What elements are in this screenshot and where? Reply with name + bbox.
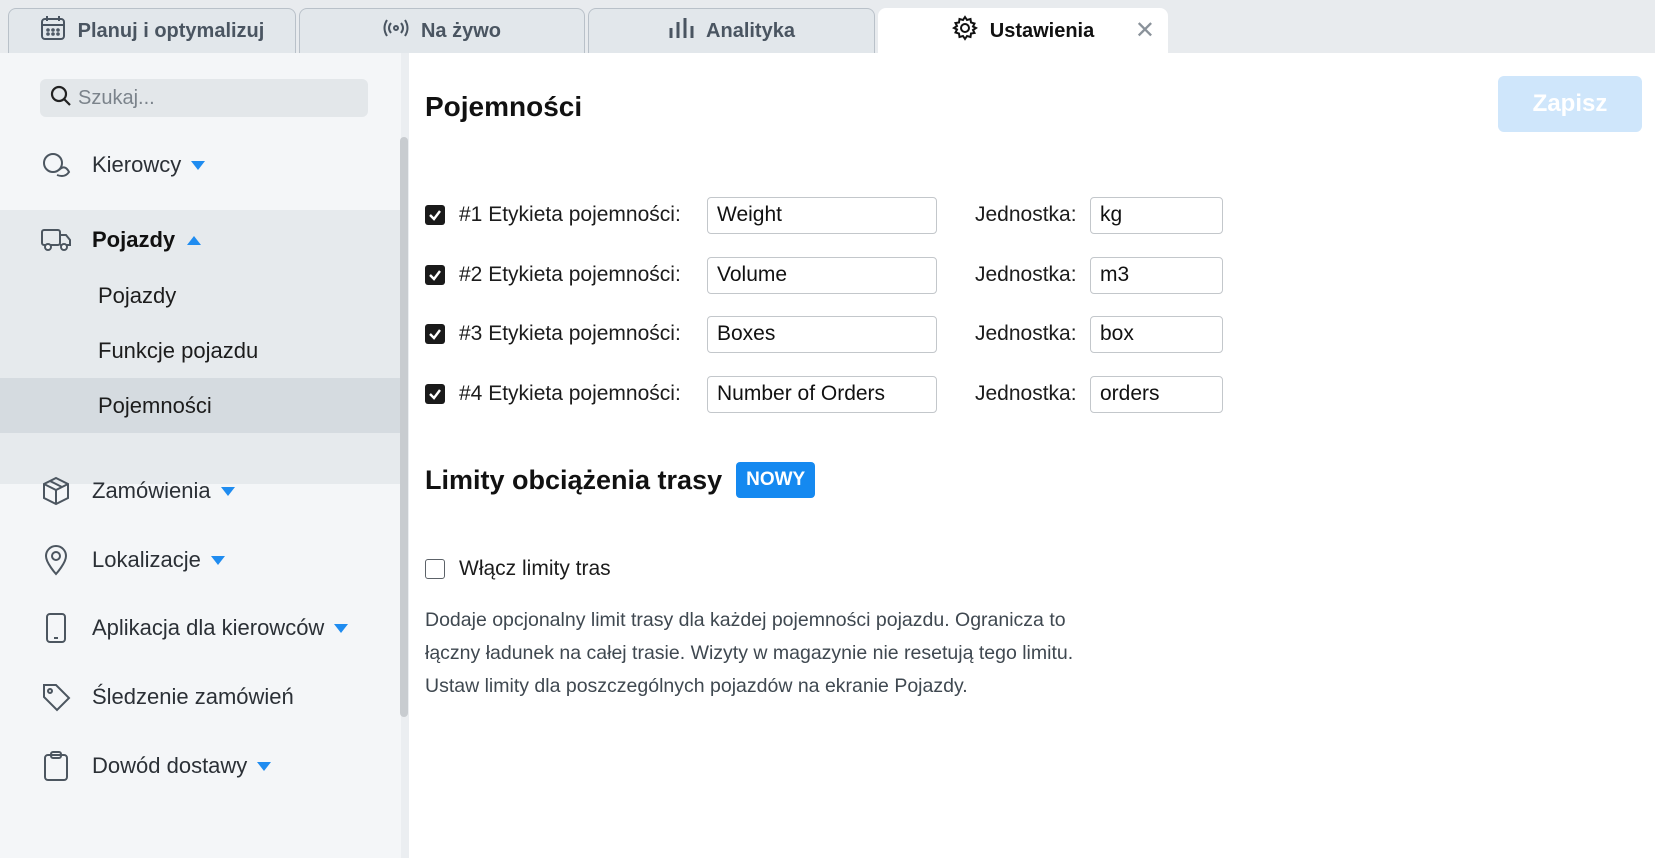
tab-bar: Planuj i optymalizuj Na żywo Analityka U… (0, 0, 1655, 53)
broadcast-icon (383, 17, 409, 45)
calendar-icon (40, 15, 66, 47)
enable-route-limits-checkbox[interactable] (425, 559, 445, 579)
description-line: Dodaje opcjonalny limit trasy dla każdej… (425, 609, 1066, 631)
capacity-checkbox[interactable] (425, 324, 445, 344)
tab-settings[interactable]: Ustawienia ✕ (878, 8, 1168, 53)
main-content: Pojemności Zapisz #1 Etykieta pojemności… (409, 53, 1655, 858)
capacity-row-2: #2 Etykieta pojemności: Jednostka: (425, 255, 1225, 295)
clipboard-icon (40, 750, 72, 782)
capacity-label: #4 Etykieta pojemności: (459, 382, 681, 405)
package-icon (40, 475, 72, 507)
capacity-label: #3 Etykieta pojemności: (459, 322, 681, 345)
tab-live[interactable]: Na żywo (299, 8, 585, 53)
chevron-up-icon (187, 235, 202, 245)
route-limits-heading: Limity obciążenia trasy NOWY (425, 462, 816, 498)
capacity-row-1: #1 Etykieta pojemności: Jednostka: (425, 195, 1225, 235)
capacity-row-4: #4 Etykieta pojemności: Jednostka: (425, 374, 1225, 414)
capacity-unit-input[interactable] (1090, 315, 1223, 353)
unit-label: Jednostka: (975, 382, 1077, 405)
description-line: łączny ładunek na całej trasie. Wizyty w… (425, 642, 1074, 664)
enable-route-limits-label[interactable]: Włącz limity tras (459, 557, 611, 581)
sidebar: Kierowcy Pojazdy Pojazdy Funkcje pojazdu… (0, 53, 401, 858)
search-input[interactable] (78, 86, 348, 110)
capacity-row-3: #3 Etykieta pojemności: Jednostka: (425, 314, 1225, 354)
check-icon (429, 329, 441, 340)
sidebar-subitem-label: Pojazdy (98, 282, 177, 308)
phone-icon (40, 612, 72, 644)
page-title: Pojemności (425, 91, 583, 122)
capacity-name-input[interactable] (707, 315, 937, 353)
capacity-label: #1 Etykieta pojemności: (459, 203, 681, 226)
search-box (40, 79, 368, 117)
capacity-label: #2 Etykieta pojemności: (459, 263, 681, 286)
sidebar-item-proof-of-delivery[interactable]: Dowód dostawy (0, 736, 401, 796)
sidebar-item-label: Dowód dostawy (92, 753, 248, 778)
sidebar-item-order-tracking[interactable]: Śledzenie zamówień (0, 667, 401, 727)
enable-route-limits-row[interactable]: Włącz limity tras (425, 556, 611, 582)
capacity-unit-input[interactable] (1090, 196, 1223, 234)
sidebar-subitem-label: Funkcje pojazdu (98, 337, 259, 363)
capacity-checkbox[interactable] (425, 205, 445, 225)
sidebar-item-label: Zamówienia (92, 478, 211, 503)
sidebar-subitem-capacities[interactable]: Pojemności (0, 378, 401, 433)
check-icon (429, 389, 441, 400)
route-limits-description: Dodaje opcjonalny limit trasy dla każdej… (425, 604, 1125, 703)
capacity-unit-input[interactable] (1090, 375, 1223, 413)
description-line: Ustaw limity dla poszczególnych pojazdów… (425, 675, 968, 697)
route-limits-title: Limity obciążenia trasy (425, 464, 723, 495)
sidebar-item-label: Aplikacja dla kierowców (92, 615, 325, 640)
sidebar-item-locations[interactable]: Lokalizacje (0, 530, 401, 590)
search-icon (50, 85, 72, 112)
tab-label: Na żywo (420, 19, 502, 42)
capacity-checkbox[interactable] (425, 384, 445, 404)
sidebar-item-label: Lokalizacje (92, 547, 201, 572)
chevron-down-icon (191, 160, 206, 170)
capacity-unit-input[interactable] (1090, 256, 1223, 294)
chevron-down-icon (334, 623, 349, 633)
capacity-name-input[interactable] (707, 256, 937, 294)
check-icon (429, 210, 441, 221)
sidebar-subitem-vehicles[interactable]: Pojazdy (0, 268, 401, 323)
tab-label: Ustawienia (989, 19, 1095, 42)
tab-label: Analityka (706, 19, 795, 42)
tag-icon (40, 681, 72, 713)
sidebar-subitem-label: Pojemności (98, 392, 212, 418)
tab-analytics[interactable]: Analityka (588, 8, 875, 53)
sidebar-item-label: Śledzenie zamówień (92, 684, 294, 709)
map-pin-icon (40, 544, 72, 576)
close-icon[interactable]: ✕ (1135, 19, 1155, 43)
sidebar-item-drivers[interactable]: Kierowcy (0, 135, 401, 195)
tab-plan-optimize[interactable]: Planuj i optymalizuj (8, 8, 296, 53)
sidebar-group-vehicles: Pojazdy Pojazdy Funkcje pojazdu Pojemnoś… (0, 210, 401, 484)
unit-label: Jednostka: (975, 263, 1077, 286)
capacity-name-input[interactable] (707, 196, 937, 234)
unit-label: Jednostka: (975, 322, 1077, 345)
check-icon (429, 270, 441, 281)
sidebar-item-vehicles[interactable]: Pojazdy (0, 210, 401, 270)
tab-label: Planuj i optymalizuj (77, 19, 265, 42)
sidebar-scrollbar[interactable] (400, 137, 408, 717)
capacity-checkbox[interactable] (425, 265, 445, 285)
sidebar-item-driver-app[interactable]: Aplikacja dla kierowców (0, 598, 401, 658)
chevron-down-icon (257, 761, 272, 771)
bar-chart-icon (668, 16, 694, 46)
save-button[interactable]: Zapisz (1498, 76, 1642, 132)
capacity-name-input[interactable] (707, 375, 937, 413)
chevron-down-icon (210, 555, 225, 565)
sidebar-item-orders[interactable]: Zamówienia (0, 461, 401, 521)
unit-label: Jednostka: (975, 203, 1077, 226)
gear-icon (951, 15, 978, 47)
sidebar-subitem-vehicle-features[interactable]: Funkcje pojazdu (0, 323, 401, 378)
driver-icon (40, 149, 72, 181)
sidebar-item-label: Kierowcy (92, 152, 182, 177)
truck-icon (40, 224, 72, 256)
new-badge: NOWY (736, 462, 816, 498)
chevron-down-icon (220, 486, 235, 496)
sidebar-item-label: Pojazdy (92, 227, 176, 252)
